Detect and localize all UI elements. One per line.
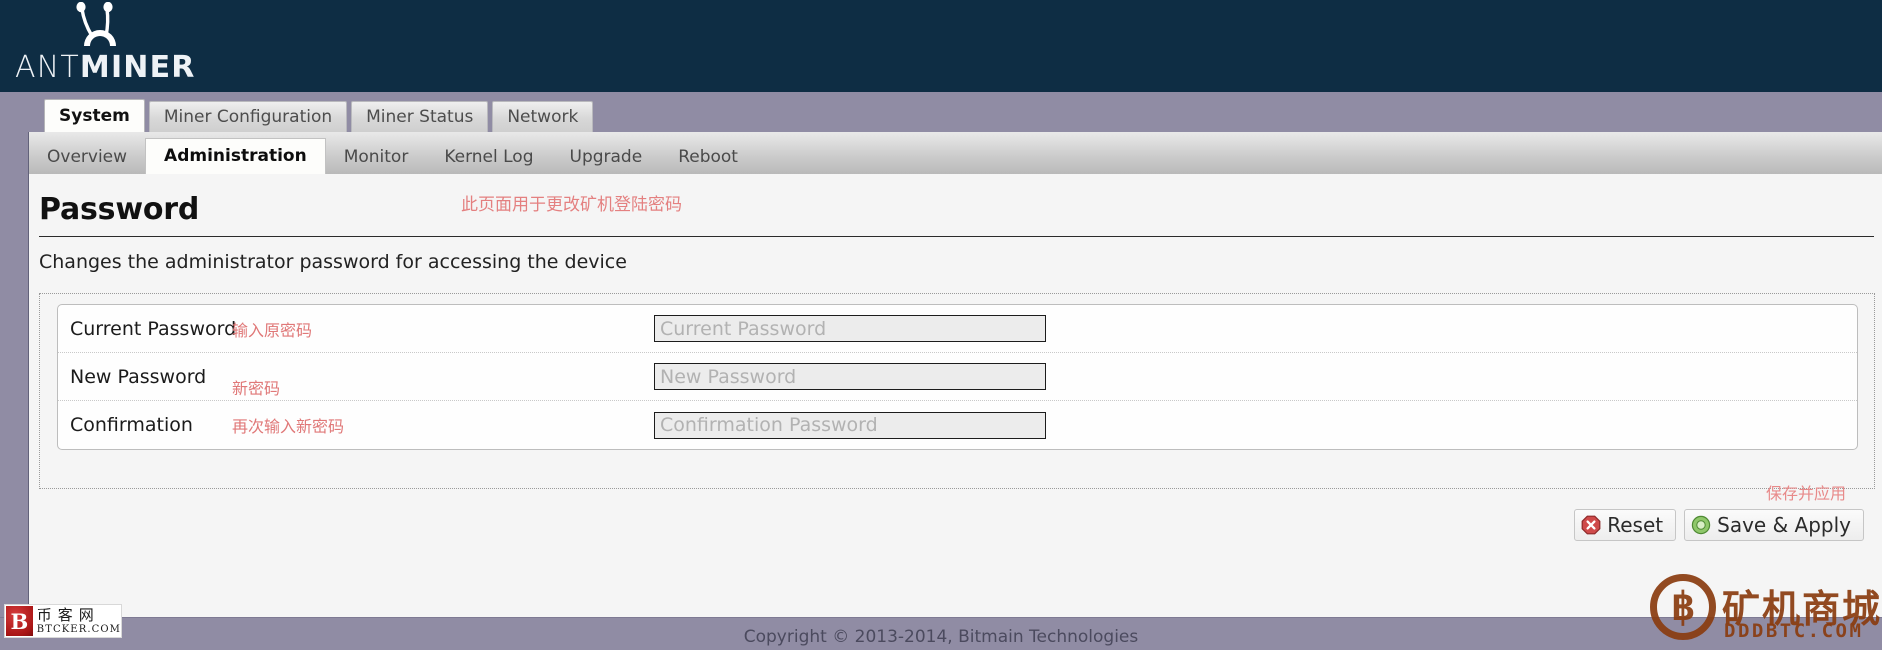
form-row-current-password: Current Password 输入原密码 bbox=[58, 305, 1857, 353]
main-content: Password 此页面用于更改矿机登陆密码 Changes the admin… bbox=[28, 174, 1882, 617]
sub-tab-bar: Overview Administration Monitor Kernel L… bbox=[28, 132, 1882, 181]
sub-tab-upgrade[interactable]: Upgrade bbox=[552, 140, 661, 174]
btcker-watermark-en: BTCKER.COM bbox=[36, 623, 121, 635]
btcker-bitcoin-b-icon: B bbox=[6, 606, 33, 636]
annotation-new-password: 新密码 bbox=[232, 378, 281, 398]
form-row-new-password: New Password 新密码 bbox=[58, 353, 1857, 401]
antminer-wordmark: ANTMINER bbox=[15, 50, 196, 85]
sub-tab-administration[interactable]: Administration bbox=[145, 138, 326, 181]
copyright-text: Copyright © 2013-2014, Bitmain Technolog… bbox=[743, 627, 1139, 647]
red-octagon-x-icon bbox=[1581, 515, 1601, 535]
input-new-password[interactable] bbox=[654, 363, 1046, 390]
sub-tab-list: Overview Administration Monitor Kernel L… bbox=[29, 132, 756, 181]
save-apply-button-label: Save & Apply bbox=[1717, 513, 1851, 537]
main-tab-system-label: System bbox=[59, 106, 130, 126]
form-action-bar: Reset Save & Apply bbox=[1566, 509, 1864, 541]
annotation-current-password: 输入原密码 bbox=[232, 320, 313, 340]
label-new-password: New Password bbox=[70, 365, 207, 388]
main-tab-network[interactable]: Network bbox=[492, 101, 594, 132]
sub-tab-reboot[interactable]: Reboot bbox=[660, 140, 756, 174]
main-tab-miner-configuration-label: Miner Configuration bbox=[163, 107, 333, 127]
main-tab-miner-status[interactable]: Miner Status bbox=[351, 101, 489, 132]
page-footer: Copyright © 2013-2014, Bitmain Technolog… bbox=[0, 617, 1882, 650]
left-gutter bbox=[0, 92, 28, 617]
main-tab-system[interactable]: System bbox=[44, 99, 145, 137]
btcker-watermark: B 币客网 BTCKER.COM bbox=[4, 604, 122, 638]
reset-button[interactable]: Reset bbox=[1574, 509, 1677, 541]
reset-button-label: Reset bbox=[1607, 513, 1664, 537]
input-current-password[interactable] bbox=[654, 315, 1046, 342]
main-tab-list: System Miner Configuration Miner Status … bbox=[44, 92, 597, 137]
form-row-confirmation: Confirmation 再次输入新密码 bbox=[58, 401, 1857, 449]
sub-tab-monitor-label: Monitor bbox=[343, 147, 409, 167]
sub-tab-kernel-log-label: Kernel Log bbox=[444, 147, 534, 167]
sub-tab-kernel-log[interactable]: Kernel Log bbox=[426, 140, 551, 174]
page-subtitle: Changes the administrator password for a… bbox=[39, 251, 627, 273]
sub-tab-overview-label: Overview bbox=[47, 147, 128, 167]
main-tab-bar: System Miner Configuration Miner Status … bbox=[0, 92, 1882, 137]
app-header: ANTMINER bbox=[0, 0, 1882, 92]
main-tab-miner-configuration[interactable]: Miner Configuration bbox=[148, 101, 348, 132]
page-root: ANTMINER System Miner Configuration Mine… bbox=[0, 0, 1882, 650]
logo-miner-text: MINER bbox=[79, 50, 196, 85]
ant-antenna-icon bbox=[76, 2, 116, 46]
sub-tab-reboot-label: Reboot bbox=[678, 147, 738, 167]
main-tab-network-label: Network bbox=[507, 107, 579, 127]
label-current-password: Current Password bbox=[70, 317, 237, 340]
sub-tab-administration-label: Administration bbox=[164, 146, 307, 166]
page-title: Password bbox=[39, 192, 200, 227]
password-form-panel: Current Password 输入原密码 New Password 新密码 … bbox=[57, 304, 1858, 450]
green-disk-icon bbox=[1691, 515, 1711, 535]
password-fieldset: Current Password 输入原密码 New Password 新密码 … bbox=[39, 293, 1875, 489]
sub-tab-monitor[interactable]: Monitor bbox=[326, 140, 427, 174]
sub-tab-overview[interactable]: Overview bbox=[29, 140, 145, 174]
antminer-logo: ANTMINER bbox=[8, 0, 198, 92]
label-confirmation: Confirmation bbox=[70, 414, 193, 436]
save-apply-button[interactable]: Save & Apply bbox=[1684, 509, 1864, 541]
logo-ant-text: ANT bbox=[15, 50, 80, 85]
btcker-watermark-cn: 币客网 bbox=[36, 605, 100, 624]
title-divider bbox=[39, 236, 1874, 237]
main-tab-miner-status-label: Miner Status bbox=[366, 107, 474, 127]
annotation-confirmation: 再次输入新密码 bbox=[232, 417, 345, 436]
sub-tab-upgrade-label: Upgrade bbox=[569, 147, 643, 167]
page-header-annotation: 此页面用于更改矿机登陆密码 bbox=[461, 195, 682, 215]
input-confirmation-password[interactable] bbox=[654, 411, 1046, 439]
save-annotation: 保存并应用 bbox=[1765, 484, 1846, 503]
btcker-watermark-text: 币客网 BTCKER.COM bbox=[36, 605, 121, 635]
